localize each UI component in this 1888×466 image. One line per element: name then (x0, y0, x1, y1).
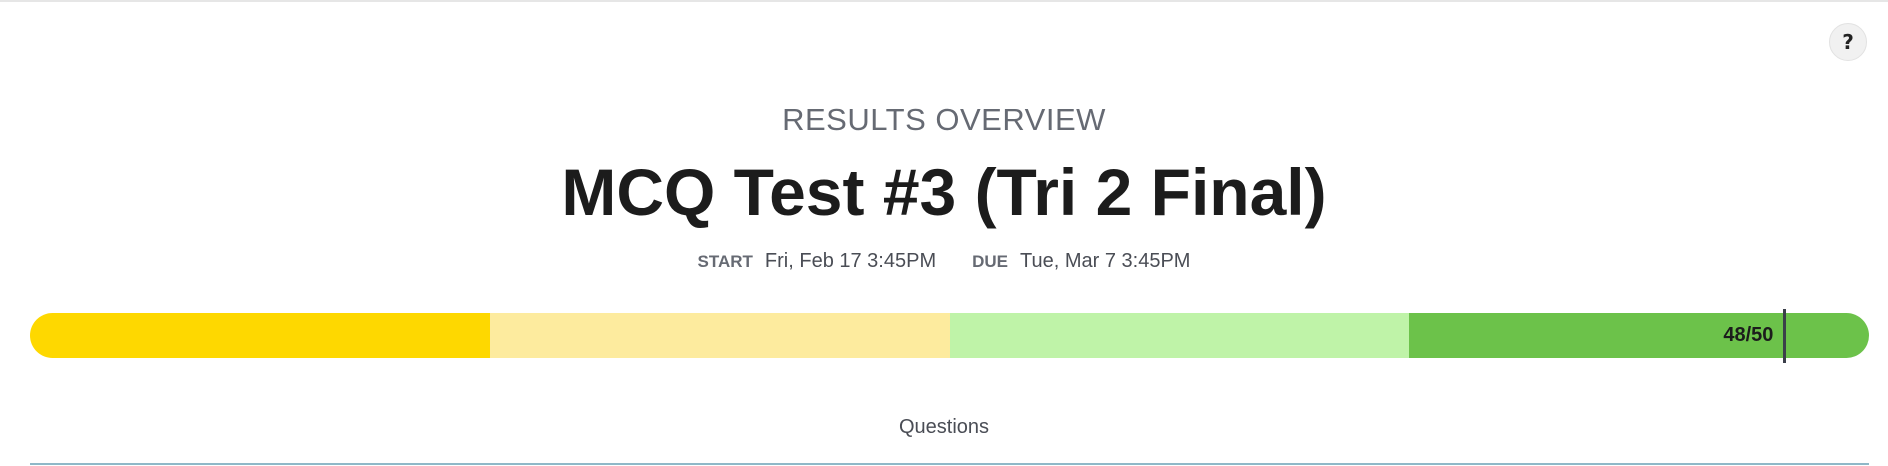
tab-underline (30, 463, 1869, 465)
due-value: Tue, Mar 7 3:45PM (1020, 250, 1191, 272)
start-value: Fri, Feb 17 3:45PM (764, 250, 937, 272)
start-date: START Fri, Feb 17 3:45PM (698, 250, 937, 273)
score-marker (1783, 309, 1787, 363)
score-label: 48/50 (1723, 324, 1774, 346)
score-band-3 (949, 313, 1410, 358)
help-button[interactable]: ? (1829, 23, 1867, 61)
tab-questions[interactable]: Questions (0, 416, 1888, 439)
section-eyebrow: RESULTS OVERVIEW (782, 102, 1106, 137)
due-date: DUE Tue, Mar 7 3:45PM (972, 250, 1190, 273)
results-header: RESULTS OVERVIEW MCQ Test #3 (Tri 2 Fina… (0, 96, 1888, 273)
score-band-2 (489, 313, 950, 358)
due-label: DUE (972, 252, 1009, 271)
date-range: START Fri, Feb 17 3:45PM DUE Tue, Mar 7 3:… (0, 250, 1888, 273)
help-icon: ? (1842, 30, 1854, 54)
top-divider (0, 0, 1888, 2)
start-label: START (697, 252, 753, 271)
score-bar (30, 313, 1869, 358)
results-overview-page: ? RESULTS OVERVIEW MCQ Test #3 (Tri 2 Fi… (0, 0, 1888, 466)
score-band-1 (30, 313, 490, 358)
page-title: MCQ Test #3 (Tri 2 Final) (561, 155, 1327, 229)
score-band-4 (1409, 313, 1869, 358)
